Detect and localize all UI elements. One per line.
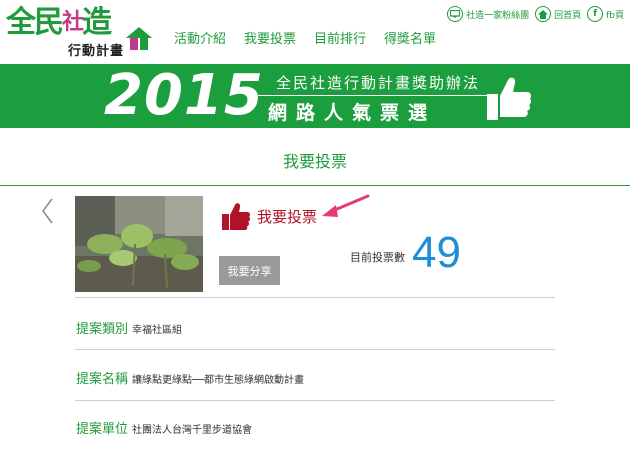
monitor-icon	[447, 6, 464, 22]
nav-item-about[interactable]: 活動介紹	[174, 28, 226, 47]
fans-link[interactable]: 社造一家粉絲團	[447, 6, 529, 22]
logo-text-3: 造	[82, 5, 112, 40]
detail-key: 提案單位	[76, 422, 129, 437]
detail-value: 社團法人台灣千里步道協會	[132, 425, 253, 436]
detail-name: 提案名稱 讓綠點更綠點──都市生態綠網啟動計畫	[76, 368, 304, 387]
logo-house-icon	[126, 27, 152, 50]
thumbs-up-icon	[222, 203, 251, 230]
banner-year: 2015	[104, 63, 264, 128]
row-divider	[75, 349, 555, 350]
page-title: 我要投票	[282, 152, 347, 171]
top-links: 社造一家粉絲團 回首頁 f fb頁	[447, 6, 624, 22]
detail-key: 提案類別	[76, 322, 129, 337]
vote-label: 我要投票	[257, 207, 318, 226]
nav-item-winners[interactable]: 得獎名單	[384, 28, 436, 47]
logo-text-1: 全民	[6, 5, 64, 40]
share-button[interactable]: 我要分享	[219, 256, 280, 285]
nav-item-vote[interactable]: 我要投票	[244, 28, 296, 47]
row-divider	[75, 297, 555, 298]
banner-divider	[258, 95, 490, 96]
fans-link-label: 社造一家粉絲團	[466, 10, 530, 21]
fb-link-label: fb頁	[606, 10, 624, 21]
logo-text-2: 社	[62, 10, 84, 35]
main-nav: 活動介紹 我要投票 目前排行 得獎名單	[174, 28, 436, 47]
facebook-icon: f	[587, 6, 604, 22]
nav-item-ranking[interactable]: 目前排行	[314, 28, 366, 47]
home-link-label: 回首頁	[554, 10, 582, 21]
logo-subtitle: 行動計畫	[68, 44, 125, 59]
site-logo[interactable]: 全民社造 行動計畫	[6, 5, 156, 59]
chevron-left-icon[interactable]	[38, 196, 58, 226]
vote-count: 49	[412, 228, 461, 277]
pointer-arrow-icon	[322, 194, 370, 217]
detail-org: 提案單位 社團法人台灣千里步道協會	[76, 418, 252, 437]
detail-value: 讓綠點更綠點──都市生態綠網啟動計畫	[132, 375, 305, 386]
thumbs-up-icon	[487, 77, 532, 120]
hero-banner: 2015 全民社造行動計畫獎助辦法 網路人氣票選	[0, 64, 630, 128]
logo-title: 全民社造	[6, 5, 112, 40]
banner-line-1: 全民社造行動計畫獎助辦法	[276, 74, 481, 92]
home-link[interactable]: 回首頁	[535, 6, 581, 22]
proposal-photo	[75, 196, 203, 292]
vote-button[interactable]: 我要投票	[221, 201, 317, 231]
vote-count-label: 目前投票數	[350, 251, 405, 264]
banner-line-2: 網路人氣票選	[268, 102, 437, 124]
title-divider	[0, 185, 630, 186]
detail-key: 提案名稱	[76, 372, 129, 387]
site-header: 全民社造 行動計畫 活動介紹 我要投票 目前排行 得獎名單 社造一家粉絲團 回首…	[0, 0, 630, 64]
detail-category: 提案類別 幸福社區組	[76, 318, 182, 337]
detail-value: 幸福社區組	[132, 325, 183, 336]
row-divider	[75, 400, 555, 401]
home-icon	[535, 6, 552, 22]
fb-link[interactable]: f fb頁	[587, 6, 624, 22]
